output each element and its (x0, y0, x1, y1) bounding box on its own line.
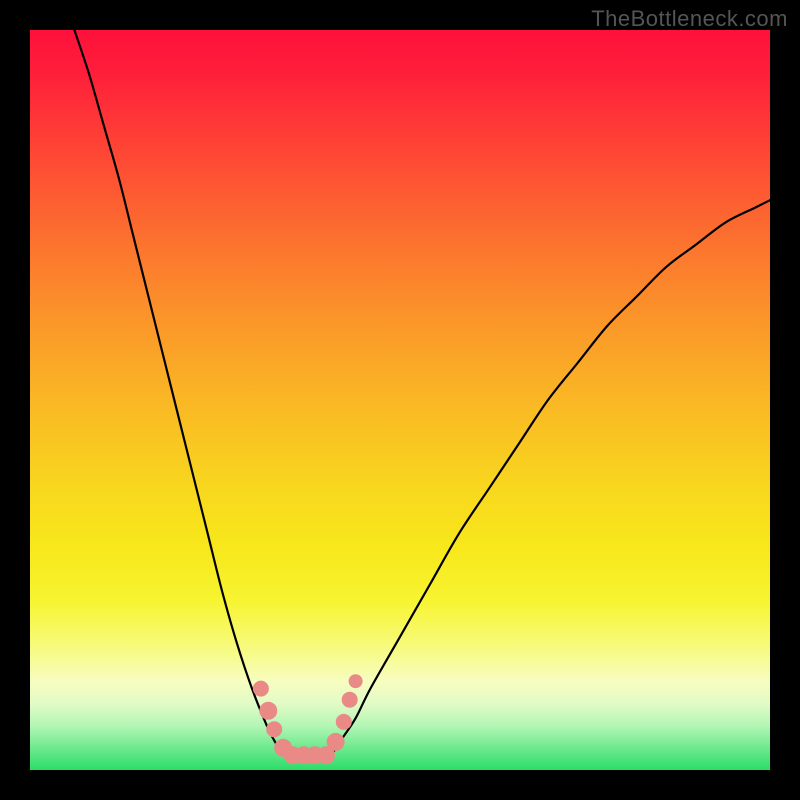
marker-bead (253, 681, 269, 697)
marker-bead (349, 674, 363, 688)
bottleneck-curve (74, 30, 770, 755)
marker-bead (259, 702, 277, 720)
marker-bead (327, 733, 345, 751)
chart-frame: TheBottleneck.com (0, 0, 800, 800)
curve-layer (30, 30, 770, 770)
bottleneck-curve-path (74, 30, 770, 755)
marker-bead (336, 714, 352, 730)
marker-bead (342, 692, 358, 708)
watermark-text: TheBottleneck.com (591, 6, 788, 32)
marker-beads (253, 674, 363, 764)
plot-area (30, 30, 770, 770)
marker-bead (266, 721, 282, 737)
